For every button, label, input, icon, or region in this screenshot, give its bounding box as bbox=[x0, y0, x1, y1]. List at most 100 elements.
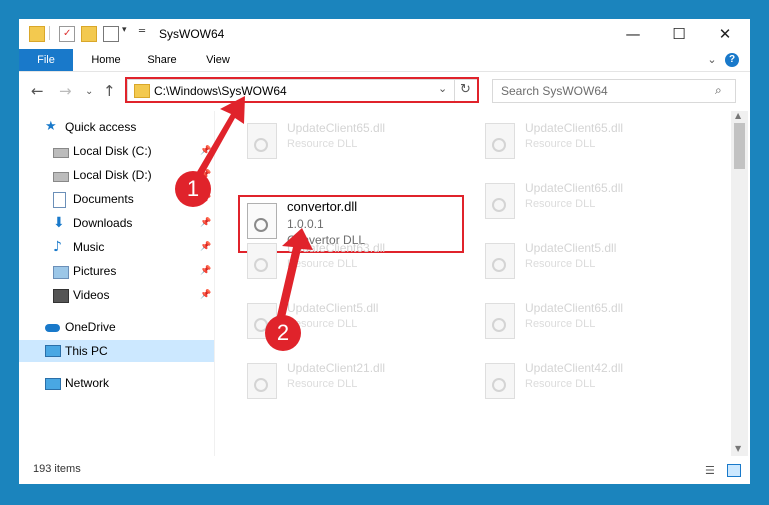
sidebar-item-onedrive[interactable]: OneDrive bbox=[19, 316, 214, 338]
ribbon-tabs: File Home Share View ⌄ ? bbox=[19, 49, 750, 72]
recent-locations-icon[interactable]: ⌄ bbox=[85, 86, 93, 97]
pin-icon[interactable]: 📌 bbox=[200, 146, 211, 156]
list-item[interactable]: UpdateClient65.dll Resource DLL bbox=[477, 177, 697, 225]
dll-file-icon bbox=[485, 363, 515, 399]
cloud-icon bbox=[45, 324, 60, 332]
step-badge-2: 2 bbox=[265, 315, 301, 351]
sidebar-item-pictures[interactable]: Pictures 📌 bbox=[19, 260, 214, 282]
sidebar-item-label: OneDrive bbox=[65, 320, 116, 334]
forward-icon[interactable]: → bbox=[59, 82, 72, 100]
chevron-down-icon[interactable]: ⌄ bbox=[705, 49, 719, 71]
sidebar-item-music[interactable]: ♪ Music 📌 bbox=[19, 236, 214, 258]
drive-icon bbox=[53, 172, 69, 182]
dll-file-icon bbox=[247, 243, 277, 279]
back-icon[interactable]: ← bbox=[31, 82, 44, 100]
list-item[interactable]: UpdateClient65.dll Resource DLL bbox=[477, 297, 697, 345]
scrollbar-thumb[interactable] bbox=[734, 123, 745, 169]
navigation-bar: ← → ⌄ ↑ C:\Windows\SysWOW64 ⌄ ↻ Search S… bbox=[19, 72, 750, 110]
tab-view[interactable]: View bbox=[195, 49, 241, 71]
sidebar-item-local-disk-c[interactable]: Local Disk (C:) 📌 bbox=[19, 140, 214, 162]
tab-share[interactable]: Share bbox=[139, 49, 185, 71]
dll-file-icon bbox=[485, 303, 515, 339]
separator bbox=[49, 26, 50, 40]
tab-file[interactable]: File bbox=[19, 49, 73, 71]
pin-icon[interactable]: 📌 bbox=[200, 290, 211, 300]
sidebar-item-this-pc[interactable]: This PC bbox=[19, 340, 214, 362]
sidebar-item-videos[interactable]: Videos 📌 bbox=[19, 284, 214, 306]
file-list: UpdateClient65.dll Resource DLL UpdateCl… bbox=[215, 111, 730, 456]
sidebar-item-label: Downloads bbox=[73, 216, 133, 230]
sidebar-item-network[interactable]: Network bbox=[19, 372, 214, 394]
sidebar-item-label: Music bbox=[73, 240, 105, 254]
list-item[interactable]: UpdateClient65.dll Resource DLL bbox=[239, 117, 459, 165]
list-item[interactable]: UpdateClient21.dll Resource DLL bbox=[239, 357, 459, 405]
file-name: UpdateClient65.dll bbox=[525, 301, 624, 315]
file-type: Resource DLL bbox=[287, 138, 358, 150]
sidebar-item-label: Quick access bbox=[65, 120, 137, 134]
navigation-pane: ★ Quick access Local Disk (C:) 📌 Local D… bbox=[19, 111, 215, 456]
dll-file-icon bbox=[247, 363, 277, 399]
title-bar: ✓ ▾ ═ SysWOW64 — ☐ ✕ bbox=[19, 19, 750, 49]
sidebar-item-label: Documents bbox=[73, 192, 134, 206]
list-item[interactable]: UpdateClient42.dll Resource DLL bbox=[477, 357, 697, 405]
file-type: Resource DLL bbox=[525, 258, 596, 270]
sidebar-item-label: Videos bbox=[73, 288, 110, 302]
customize-icon[interactable] bbox=[103, 26, 119, 42]
file-type: Resource DLL bbox=[525, 318, 596, 330]
file-type: Resource DLL bbox=[525, 198, 596, 210]
folder-icon bbox=[29, 26, 45, 42]
pin-icon[interactable]: 📌 bbox=[200, 218, 211, 228]
documents-icon bbox=[53, 192, 66, 208]
status-bar: 193 items ☰ bbox=[19, 456, 750, 484]
search-box[interactable]: Search SysWOW64 ⌕ bbox=[492, 79, 736, 103]
list-item[interactable]: UpdateClient5.dll Resource DLL bbox=[477, 237, 697, 285]
item-count: 193 items bbox=[33, 463, 81, 475]
file-name: UpdateClient65.dll bbox=[287, 121, 386, 135]
minimize-icon[interactable]: — bbox=[610, 19, 656, 49]
dll-file-icon bbox=[247, 203, 277, 239]
file-type: Resource DLL bbox=[525, 138, 596, 150]
details-view-icon[interactable]: ☰ bbox=[705, 464, 715, 477]
sidebar-item-label: This PC bbox=[65, 344, 108, 358]
download-icon: ⬇ bbox=[53, 215, 65, 231]
pin-icon[interactable]: 📌 bbox=[200, 242, 211, 252]
file-name: UpdateClient5.dll bbox=[287, 301, 379, 315]
chevron-down-icon[interactable]: ▾ bbox=[122, 25, 132, 39]
tab-home[interactable]: Home bbox=[81, 49, 131, 71]
videos-icon bbox=[53, 289, 69, 303]
file-version: 1.0.0.1 bbox=[287, 217, 324, 231]
list-item[interactable]: UpdateClient63.dll Resource DLL bbox=[239, 237, 459, 285]
file-name: UpdateClient5.dll bbox=[525, 241, 617, 255]
file-name: UpdateClient63.dll bbox=[287, 241, 386, 255]
file-type: Resource DLL bbox=[287, 378, 358, 390]
search-input[interactable]: Search SysWOW64 bbox=[501, 84, 608, 98]
scroll-down-icon[interactable]: ▼ bbox=[735, 444, 741, 453]
file-name: UpdateClient42.dll bbox=[525, 361, 624, 375]
file-name: convertor.dll bbox=[287, 199, 358, 214]
vertical-scrollbar[interactable]: ▲ ▼ bbox=[731, 111, 748, 456]
star-icon: ★ bbox=[45, 119, 57, 134]
up-icon[interactable]: ↑ bbox=[103, 82, 116, 100]
address-highlight bbox=[125, 77, 479, 103]
search-icon[interactable]: ⌕ bbox=[715, 83, 722, 98]
list-item[interactable]: UpdateClient65.dll Resource DLL bbox=[477, 117, 697, 165]
file-name: UpdateClient65.dll bbox=[525, 181, 624, 195]
sidebar-item-quick-access[interactable]: ★ Quick access bbox=[19, 116, 214, 138]
scroll-up-icon[interactable]: ▲ bbox=[735, 111, 741, 120]
file-type: Resource DLL bbox=[525, 378, 596, 390]
help-icon[interactable]: ? bbox=[725, 53, 739, 67]
step-badge-1: 1 bbox=[175, 171, 211, 207]
window-title: SysWOW64 bbox=[159, 27, 225, 41]
sidebar-item-label: Local Disk (C:) bbox=[73, 144, 152, 158]
drive-icon bbox=[53, 148, 69, 158]
dropdown-icon[interactable]: ═ bbox=[139, 26, 149, 40]
sidebar-item-downloads[interactable]: ⬇ Downloads 📌 bbox=[19, 212, 214, 234]
large-icons-view-icon[interactable] bbox=[727, 464, 741, 477]
properties-icon[interactable]: ✓ bbox=[59, 26, 75, 42]
close-icon[interactable]: ✕ bbox=[702, 19, 748, 49]
new-folder-icon[interactable] bbox=[81, 26, 97, 42]
sidebar-item-label: Network bbox=[65, 376, 110, 390]
maximize-icon[interactable]: ☐ bbox=[656, 19, 702, 49]
sidebar-item-label: Local Disk (D:) bbox=[73, 168, 152, 182]
pin-icon[interactable]: 📌 bbox=[200, 266, 211, 276]
